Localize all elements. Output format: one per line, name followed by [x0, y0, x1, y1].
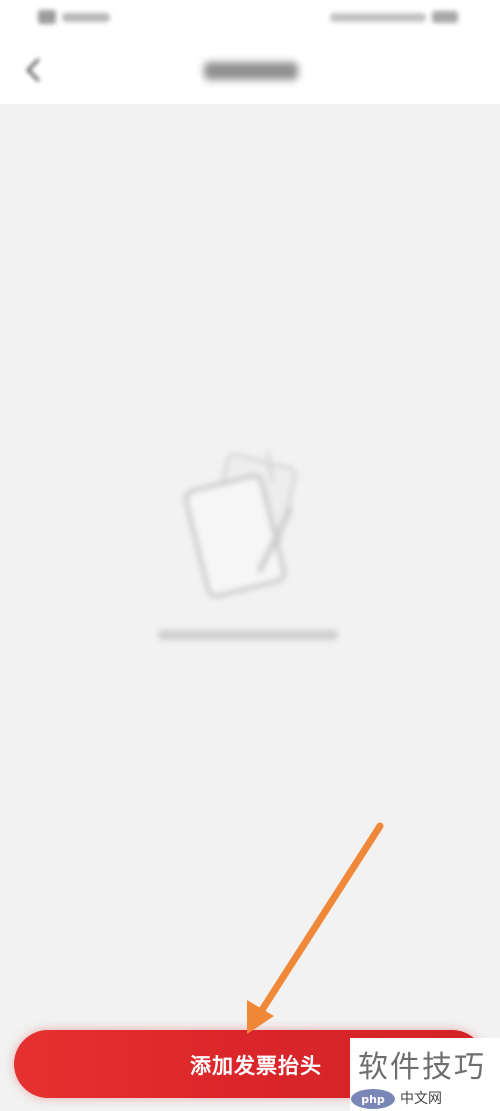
watermark-site: 中文网 — [400, 1091, 442, 1107]
status-info-blurred — [330, 13, 426, 22]
nav-bar — [0, 36, 500, 104]
add-invoice-title-label: 添加发票抬头 — [190, 1054, 322, 1078]
chevron-left-icon — [26, 58, 40, 82]
empty-state-text-blurred — [158, 630, 338, 640]
page-title-blurred — [204, 62, 298, 80]
watermark-title: 软件技巧 — [358, 1050, 486, 1085]
empty-state — [150, 440, 350, 660]
back-button[interactable] — [18, 54, 50, 86]
empty-document-icon — [178, 440, 308, 610]
status-text-blurred — [62, 13, 110, 22]
status-right-blurred — [330, 10, 460, 24]
battery-icon — [432, 11, 458, 23]
php-logo-icon: php — [351, 1089, 395, 1109]
status-left-blurred — [38, 10, 112, 24]
signal-icon — [38, 10, 56, 24]
watermark: 软件技巧 php 中文网 — [350, 1038, 500, 1111]
php-logo: php 中文网 — [350, 1088, 490, 1110]
php-logo-text: php — [361, 1093, 385, 1106]
status-bar — [0, 0, 500, 36]
